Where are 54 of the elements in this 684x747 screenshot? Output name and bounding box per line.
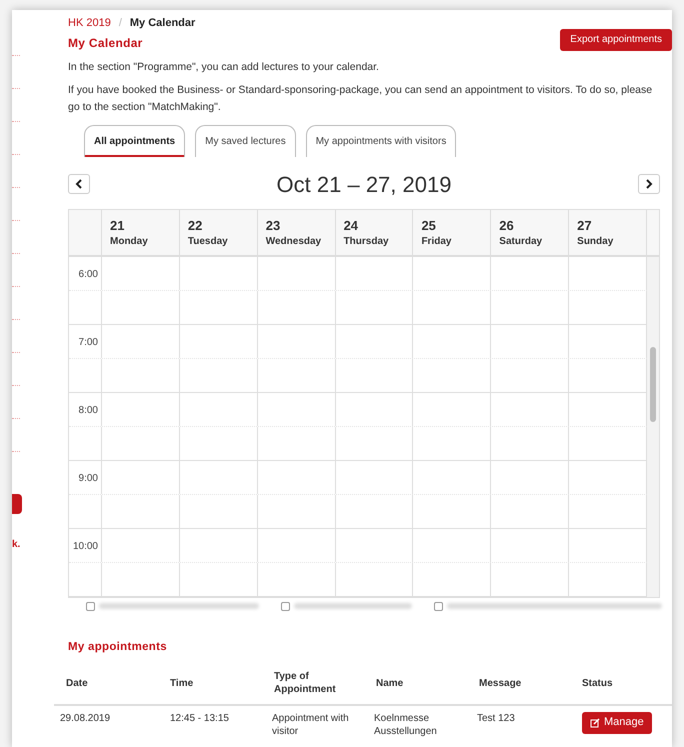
breadcrumb-link[interactable]: HK 2019 <box>68 15 111 32</box>
weekday-label: Sunday <box>577 234 614 248</box>
scrollbar-thumb[interactable] <box>650 346 656 422</box>
tab[interactable]: My saved lectures <box>195 124 296 156</box>
checkbox[interactable] <box>434 602 443 610</box>
edit-icon <box>590 718 600 728</box>
day-number: 26 <box>499 218 515 234</box>
table-cell-text: Koelnmesse Ausstellungen <box>374 712 438 738</box>
day-number: 23 <box>266 218 282 234</box>
breadcrumb-current: My Calendar <box>130 16 196 31</box>
column-header: Time <box>170 676 194 690</box>
day-number: 25 <box>421 218 437 234</box>
tab[interactable]: My appointments with visitors <box>306 124 456 156</box>
day-number: 22 <box>188 218 204 234</box>
page-title: My Calendar <box>68 34 143 52</box>
day-number: 27 <box>577 218 593 234</box>
weekday-label: Monday <box>110 234 149 248</box>
previous-button[interactable] <box>68 174 90 194</box>
export-button[interactable]: Export appointments <box>560 28 672 50</box>
table-cell-text: Appointment with visitor <box>272 712 350 738</box>
time-label: 10:00 <box>72 540 98 554</box>
time-label: 6:00 <box>78 268 98 282</box>
table-cell: Test 123 <box>477 712 515 725</box>
tab[interactable]: All appointments <box>84 124 186 156</box>
time-label: 8:00 <box>78 404 98 418</box>
time-label: 7:00 <box>78 336 98 350</box>
column-header: Message <box>479 676 522 690</box>
weekday-label: Friday <box>421 234 452 248</box>
sidebar-button[interactable] <box>12 494 22 514</box>
sidebar-link[interactable]: k. <box>12 537 20 552</box>
chevron-right-icon <box>645 179 653 189</box>
breadcrumb-separator: / <box>118 16 122 31</box>
column-header: Type of Appointment <box>274 670 337 696</box>
table-cell: 29.08.2019 <box>60 712 110 725</box>
table-cell: 12:45 - 13:15 <box>170 712 229 725</box>
checkbox[interactable] <box>281 602 290 610</box>
weekday-label: Thursday <box>344 234 390 248</box>
column-header: Name <box>376 676 404 690</box>
weekday-label: Saturday <box>499 234 544 248</box>
section-title: My appointments <box>68 640 168 654</box>
checkbox[interactable] <box>86 602 95 610</box>
column-header: Date <box>66 676 88 690</box>
info-paragraph: In the section "Programme", you can add lectures to your calendar. <box>68 60 380 74</box>
day-number: 21 <box>110 218 126 234</box>
chevron-left-icon <box>75 179 83 189</box>
weekday-label: Tuesday <box>188 234 229 248</box>
time-label: 9:00 <box>78 472 98 486</box>
calendar-range: Oct 21 – 27, 2019 <box>276 170 452 198</box>
info-paragraph: If you have booked the Business- or Standard-sponsoring-package, you can send an appointment to visitors. To do so, please go to the section "MatchMaking". <box>68 82 654 114</box>
column-header: Status <box>582 676 613 690</box>
next-button[interactable] <box>638 174 660 194</box>
manage-button[interactable]: Manage <box>582 712 652 734</box>
day-number: 24 <box>344 218 360 234</box>
weekday-label: Wednesday <box>266 234 322 248</box>
